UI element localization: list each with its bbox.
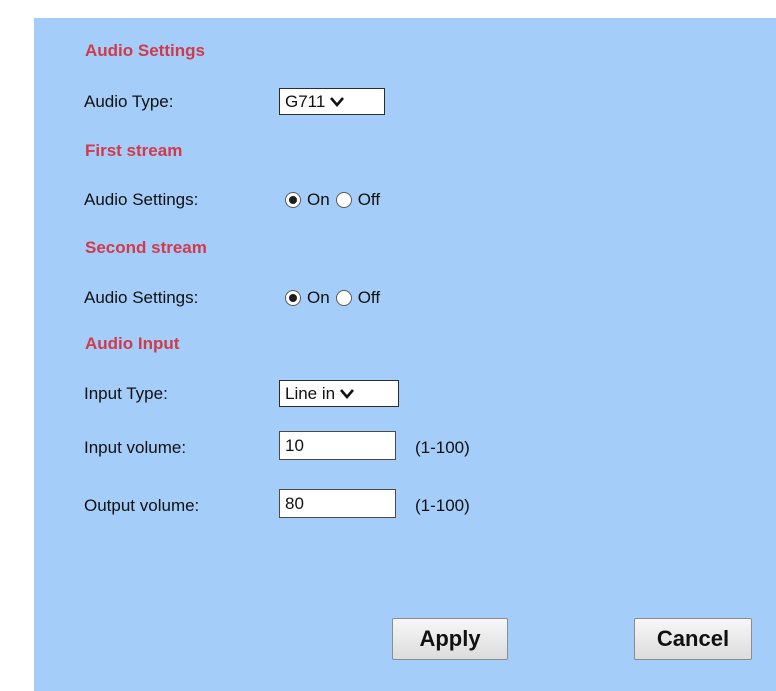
output-volume-field[interactable] xyxy=(279,489,396,518)
first-stream-heading: First stream xyxy=(85,141,183,160)
second-stream-heading: Second stream xyxy=(85,238,207,257)
apply-button[interactable]: Apply xyxy=(392,618,508,660)
audio-type-value: G711 xyxy=(285,91,326,111)
first-stream-off-radio[interactable] xyxy=(335,192,352,208)
second-stream-on-label: On xyxy=(307,288,330,307)
output-volume-label: Output volume: xyxy=(84,496,200,515)
first-stream-on-label: On xyxy=(307,190,330,209)
audio-input-heading: Audio Input xyxy=(85,334,180,353)
second-stream-audio-settings-label: Audio Settings: xyxy=(84,288,199,307)
audio-settings-panel: Audio Settings Audio Type: G711 First st… xyxy=(34,18,776,691)
second-stream-audio-radio-group: On Off xyxy=(285,288,386,308)
chevron-down-icon xyxy=(339,388,355,400)
input-volume-field[interactable] xyxy=(279,431,396,460)
first-stream-audio-radio-group: On Off xyxy=(285,190,386,210)
second-stream-on-radio[interactable] xyxy=(285,290,301,306)
first-stream-off-label: Off xyxy=(357,190,381,209)
first-stream-audio-settings-label: Audio Settings: xyxy=(84,190,199,209)
cancel-button[interactable]: Cancel xyxy=(634,618,752,660)
output-volume-range: (1-100) xyxy=(415,496,470,515)
input-volume-range: (1-100) xyxy=(415,438,470,457)
input-type-label: Input Type: xyxy=(84,384,168,403)
audio-settings-heading: Audio Settings xyxy=(85,41,205,60)
first-stream-on-radio[interactable] xyxy=(285,192,301,208)
chevron-down-icon xyxy=(329,96,345,108)
second-stream-off-label: Off xyxy=(357,288,381,307)
second-stream-off-radio[interactable] xyxy=(335,290,352,306)
audio-type-select[interactable]: G711 xyxy=(279,88,385,115)
input-type-value: Line in xyxy=(285,383,336,403)
audio-type-label: Audio Type: xyxy=(84,92,174,111)
input-type-select[interactable]: Line in xyxy=(279,380,399,407)
input-volume-label: Input volume: xyxy=(84,438,187,457)
